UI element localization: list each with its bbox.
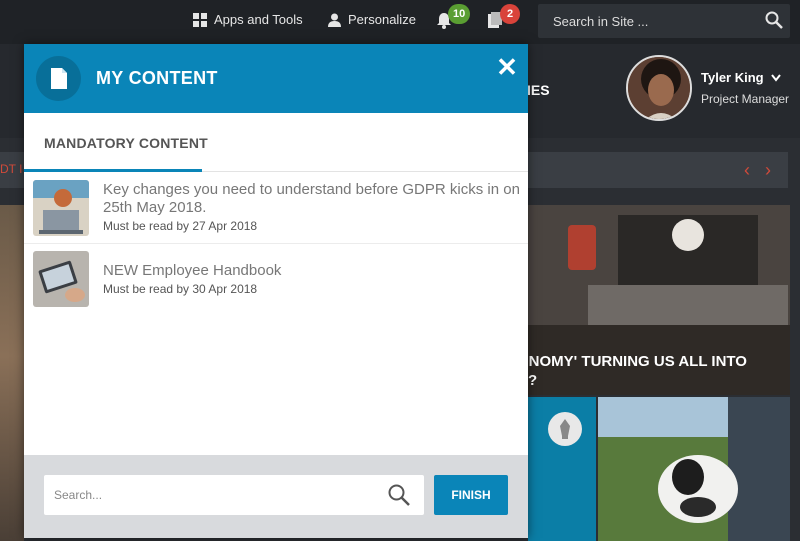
avatar[interactable] (626, 55, 692, 121)
nav-item-partial[interactable]: IES (527, 82, 550, 98)
tab-mandatory-content[interactable]: MANDATORY CONTENT (44, 135, 208, 151)
tab-active-indicator (24, 169, 202, 172)
user-icon (328, 13, 341, 27)
content-title: NEW Employee Handbook (103, 262, 282, 279)
modal-tabs: MANDATORY CONTENT (24, 113, 528, 172)
personalize-link[interactable]: Personalize (328, 12, 416, 27)
user-name: Tyler King (701, 70, 764, 85)
content-search (44, 475, 424, 515)
personalize-label: Personalize (348, 12, 416, 27)
my-content-modal: MY CONTENT ✕ MANDATORY CONTENT Key chang… (24, 44, 528, 538)
close-icon[interactable]: ✕ (492, 52, 522, 82)
user-role: Project Manager (701, 92, 790, 106)
article-headline[interactable]: ONOMY' TURNING US ALL INTO ? (517, 352, 777, 390)
search-icon[interactable] (765, 11, 783, 29)
list-item[interactable]: NEW Employee Handbook Must be read by 30… (24, 244, 528, 314)
modal-header: MY CONTENT ✕ (24, 44, 528, 113)
site-search (538, 4, 790, 38)
documents-badge: 2 (500, 4, 520, 24)
documents-button[interactable]: 2 (488, 4, 520, 28)
content-due-date: Must be read by 30 Apr 2018 (103, 282, 258, 296)
ticker-prev-button[interactable]: ‹ (744, 160, 750, 181)
pen-icon (548, 412, 582, 446)
list-item[interactable]: Key changes you need to understand befor… (24, 173, 528, 243)
dog-illustration (598, 397, 790, 541)
ticker-next-button[interactable]: › (765, 160, 771, 181)
content-thumbnail (33, 251, 89, 307)
notifications-button[interactable]: 10 (436, 4, 471, 29)
dog-photo[interactable] (598, 397, 790, 541)
modal-title: MY CONTENT (96, 68, 218, 88)
top-bar: Apps and Tools Personalize 10 2 (0, 0, 800, 44)
finish-button[interactable]: FINISH (434, 475, 508, 515)
windows-icon (193, 12, 207, 27)
document-icon (36, 56, 81, 101)
modal-footer: FINISH (24, 455, 528, 538)
user-menu[interactable]: Tyler King (701, 70, 782, 85)
chevron-down-icon (771, 74, 782, 82)
apps-and-tools-label: Apps and Tools (214, 12, 303, 27)
headline-line-1: ONOMY' TURNING US ALL INTO (517, 353, 747, 370)
content-thumbnail (33, 180, 89, 236)
ticker-text: DT I (0, 162, 23, 176)
site-search-input[interactable] (538, 4, 758, 38)
content-title: Key changes you need to understand befor… (103, 181, 520, 216)
notifications-badge: 10 (448, 4, 471, 24)
content-search-input[interactable] (44, 475, 384, 515)
headline-line-2: ? (528, 372, 538, 389)
apps-and-tools-link[interactable]: Apps and Tools (193, 12, 303, 27)
content-due-date: Must be read by 27 Apr 2018 (103, 219, 258, 233)
search-icon[interactable] (387, 483, 411, 507)
background-photo-left (0, 205, 24, 541)
